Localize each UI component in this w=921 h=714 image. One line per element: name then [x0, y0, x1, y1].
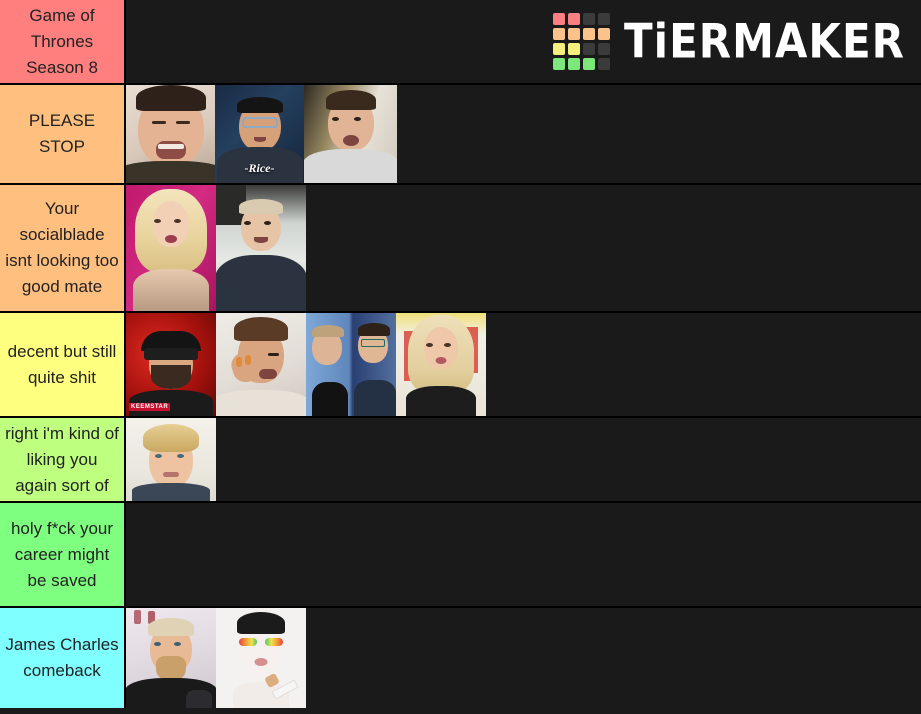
logo-cell [583, 13, 596, 25]
tier-row-2: Your socialblade isnt looking too good m… [0, 185, 921, 313]
blonde-pink-thumbnail[interactable] [126, 185, 216, 311]
logo-cell [583, 28, 596, 40]
tier-row-0: Game of Thrones Season 8 TiERMAKER [0, 0, 921, 85]
logo-cell [553, 58, 566, 70]
tier-label-5[interactable]: holy f*ck your career might be saved [0, 503, 126, 606]
logo-cell [553, 13, 566, 25]
crying-teen-thumbnail[interactable] [126, 85, 215, 183]
logo-cell [568, 58, 581, 70]
tier-label-0[interactable]: Game of Thrones Season 8 [0, 0, 126, 83]
logo-cell [583, 43, 596, 55]
tier-label-3[interactable]: decent but still quite shit [0, 313, 126, 416]
pewdiepie-thumbnail[interactable] [126, 608, 216, 708]
logo-grid-icon [553, 13, 611, 70]
logo-cell [553, 28, 566, 40]
logo-wordmark: TiERMAKER [624, 14, 905, 69]
logan-paul-thumbnail[interactable] [126, 418, 216, 501]
ricegum-thumbnail[interactable]: -Rice- [215, 85, 304, 183]
logo-cell [568, 43, 581, 55]
tier-label-1[interactable]: PLEASE STOP [0, 85, 126, 183]
logo-cell [598, 28, 611, 40]
logo-cell [568, 28, 581, 40]
keemstar-badge: KEEMSTAR [129, 403, 171, 411]
man-dark-shirt-thumbnail[interactable] [216, 185, 306, 311]
shouting-man-thumbnail[interactable] [304, 85, 397, 183]
james-charles-thumbnail[interactable] [216, 608, 306, 708]
logo-cell [598, 58, 611, 70]
tier-label-6[interactable]: James Charles comeback [0, 608, 126, 708]
logo-cell [583, 58, 596, 70]
tier-list-app: Game of Thrones Season 8 TiERMAKER PLEAS… [0, 0, 921, 714]
tier-label-4[interactable]: right i'm kind of liking you again sort … [0, 418, 126, 501]
tier-label-2[interactable]: Your socialblade isnt looking too good m… [0, 185, 126, 311]
keemstar-thumbnail[interactable]: KEEMSTAR [126, 313, 216, 416]
tiermaker-logo: TiERMAKER [553, 13, 905, 70]
tier-items-0[interactable]: TiERMAKER [126, 0, 921, 83]
logo-cell [598, 13, 611, 25]
tier-items-6[interactable] [126, 608, 921, 708]
blonde-woman-thumbnail[interactable] [396, 313, 486, 416]
tier-row-4: right i'm kind of liking you again sort … [0, 418, 921, 503]
logo-cell [598, 43, 611, 55]
logo-cell [568, 13, 581, 25]
logo-cell [553, 43, 566, 55]
two-men-thumbnail[interactable] [306, 313, 396, 416]
tier-row-1: PLEASE STOP -Rice- [0, 85, 921, 185]
tier-items-5[interactable] [126, 503, 921, 606]
tier-items-3[interactable]: KEEMSTAR [126, 313, 921, 416]
tier-items-1[interactable]: -Rice- [126, 85, 921, 183]
tier-row-5: holy f*ck your career might be saved [0, 503, 921, 608]
tier-items-4[interactable] [126, 418, 921, 501]
crying-woman-thumbnail[interactable] [216, 313, 306, 416]
tier-items-2[interactable] [126, 185, 921, 311]
tier-row-3: decent but still quite shit KEEMSTAR [0, 313, 921, 418]
tier-row-6: James Charles comeback [0, 608, 921, 708]
